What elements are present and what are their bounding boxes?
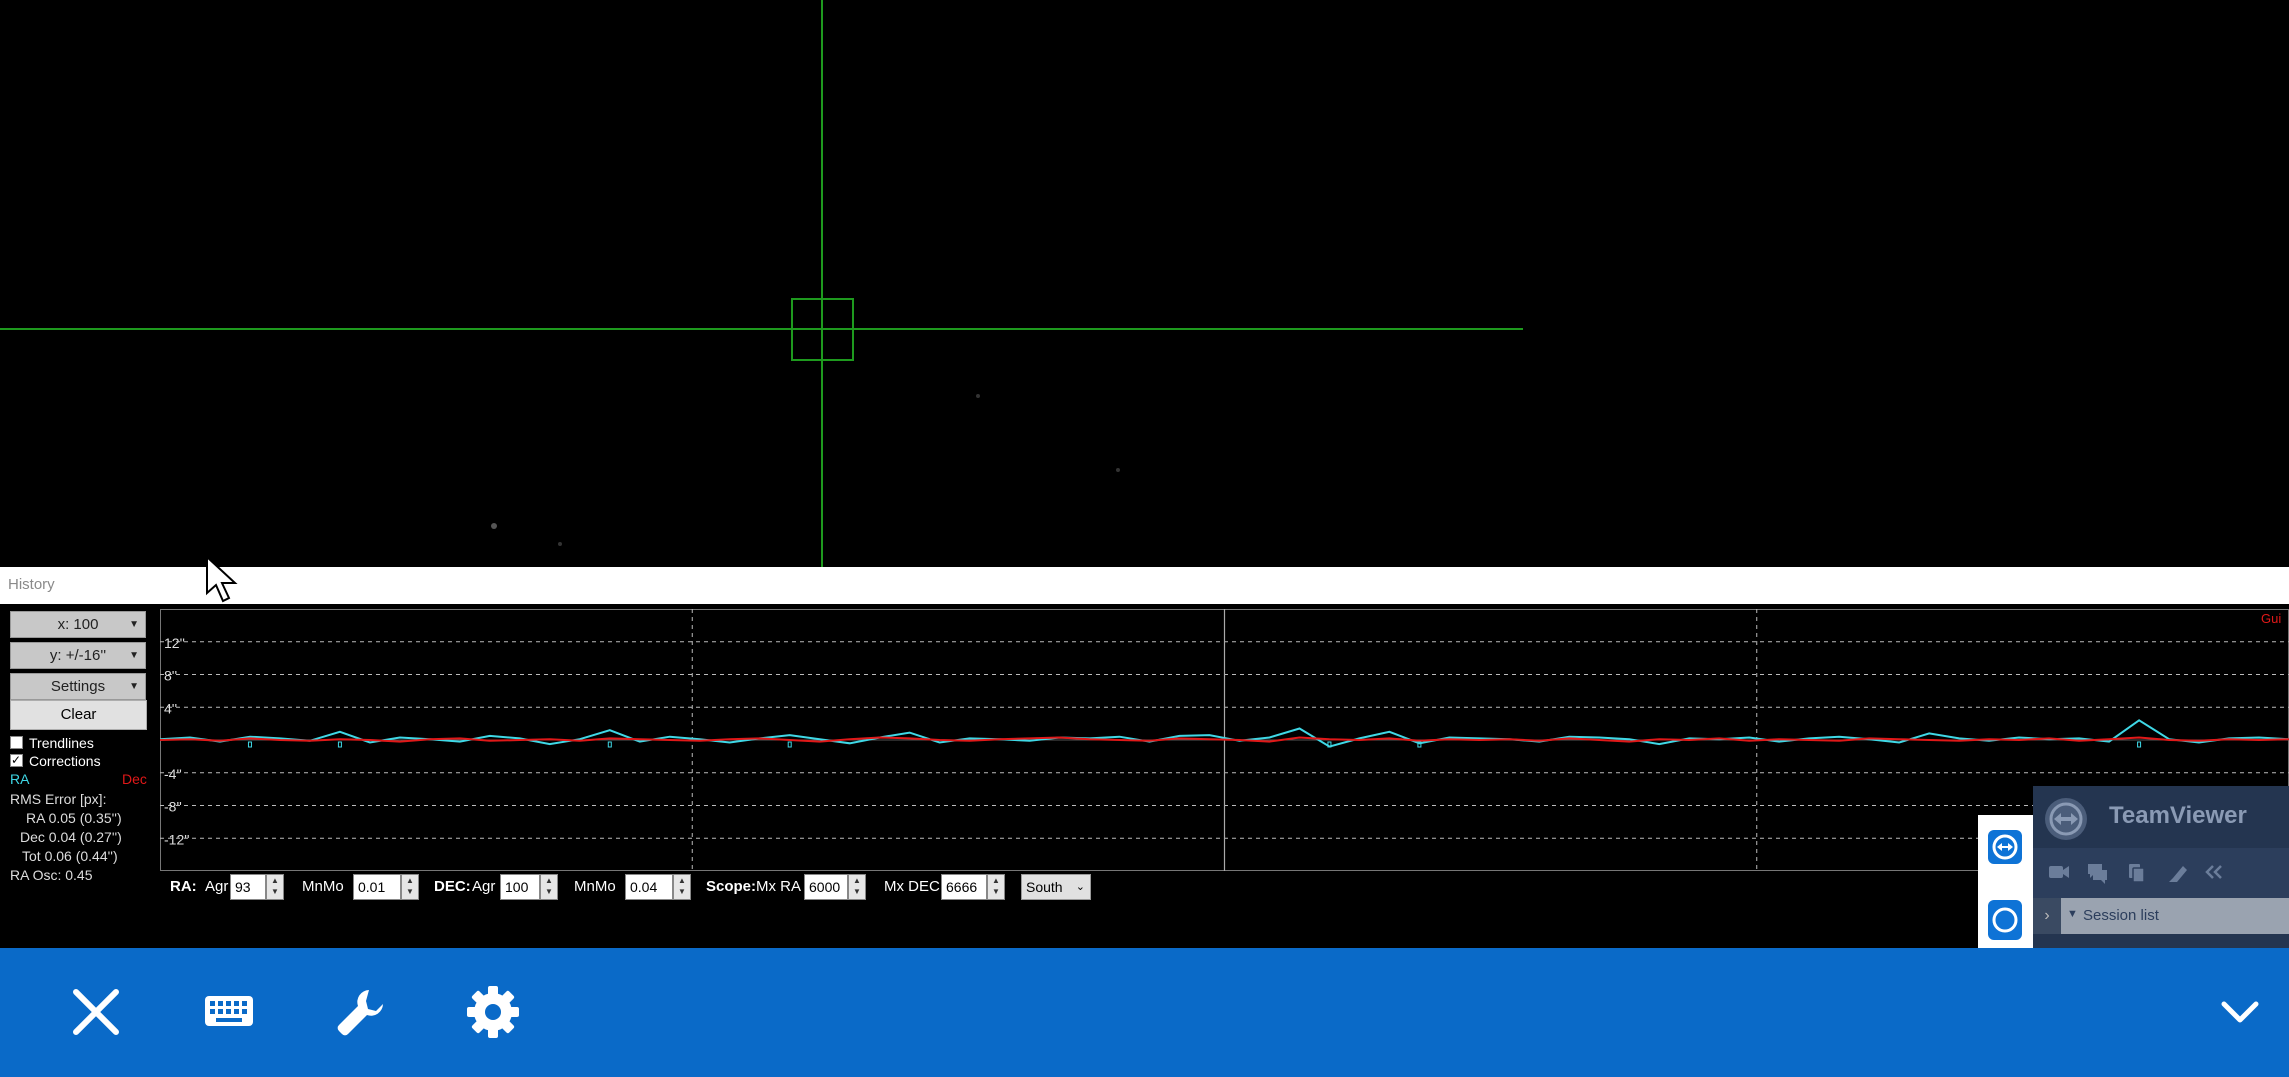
teamviewer-panel: TeamViewer › ▼ Session list <box>2033 786 2289 948</box>
guide-history-chart: 12'' 8'' 4'' -4'' -8'' -12'' Gui <box>160 609 2289 871</box>
rms-title: RMS Error [px]: <box>10 791 107 807</box>
triangle-down-icon: ▼ <box>2067 908 2078 920</box>
mx-ra-spinner[interactable]: ▲ ▼ <box>848 874 866 900</box>
y-tick-label: -12'' <box>164 831 190 847</box>
teamviewer-logo-icon <box>1992 834 2018 860</box>
chevron-right-icon[interactable]: › <box>2033 898 2061 934</box>
dec-mnmo-spinner[interactable]: ▲ ▼ <box>673 874 691 900</box>
mx-dec-input[interactable]: 6666 <box>941 874 987 900</box>
chart-corner-label: Gui <box>2261 611 2281 626</box>
y-tick-label: -8'' <box>164 799 182 815</box>
settings-dropdown[interactable]: Settings ▼ <box>10 673 146 700</box>
bottom-toolbar <box>0 948 2289 1077</box>
teamviewer-button[interactable] <box>1988 830 2022 864</box>
correction-marker <box>247 741 252 748</box>
x-scale-label: x: 100 <box>57 616 99 633</box>
x-scale-dropdown[interactable]: x: 100 ▼ <box>10 611 146 638</box>
ra-osc: RA Osc: 0.45 <box>10 867 93 883</box>
close-icon[interactable] <box>66 982 126 1042</box>
y-tick-label: 8'' <box>164 668 177 684</box>
dec-agr-input[interactable]: 100 <box>500 874 540 900</box>
keyboard-icon[interactable] <box>199 982 259 1042</box>
y-scale-dropdown[interactable]: y: +/-16'' ▼ <box>10 642 146 669</box>
teamviewer-logo-icon <box>1992 907 2018 933</box>
legend-ra: RA <box>10 771 30 787</box>
scope-label: Scope: <box>706 878 757 895</box>
corrections-checkbox[interactable]: Corrections <box>10 751 101 770</box>
clear-button[interactable]: Clear <box>10 700 147 730</box>
double-chevron-left-icon <box>2205 865 2222 879</box>
settings-label: Settings <box>50 678 106 695</box>
dec-mode-select[interactable]: South ⌄ <box>1021 874 1091 900</box>
mouse-cursor-overlay-icon <box>206 555 238 603</box>
correction-marker <box>607 741 612 748</box>
trendlines-label: Trendlines <box>29 735 94 751</box>
ra-agr-spinner[interactable]: ▲ ▼ <box>266 874 284 900</box>
history-title: History <box>8 576 55 593</box>
ra-agr-input[interactable]: 93 <box>230 874 266 900</box>
correction-marker <box>787 741 792 748</box>
y-tick-label: 12'' <box>164 635 185 651</box>
trendlines-check-icon[interactable] <box>10 736 23 749</box>
rms-ra: RA 0.05 (0.35'') <box>26 810 122 826</box>
corrections-label: Corrections <box>29 753 101 769</box>
session-list-header[interactable]: › ▼ Session list <box>2033 898 2289 934</box>
gear-icon[interactable] <box>463 982 523 1042</box>
mx-dec-label: Mx DEC <box>884 878 940 895</box>
legend-dec: Dec <box>122 771 147 787</box>
chevron-down-icon[interactable] <box>2210 982 2270 1042</box>
teamviewer-side-strip <box>1978 815 2033 948</box>
y-scale-label: y: +/-16'' <box>49 647 107 664</box>
dropdown-arrow-icon: ▼ <box>129 650 139 661</box>
ra-mnmo-input[interactable]: 0.01 <box>353 874 401 900</box>
dropdown-arrow-icon: ▼ <box>129 681 139 692</box>
rms-tot: Tot 0.06 (0.44'') <box>22 848 118 864</box>
teamviewer-toolbar <box>2033 848 2289 898</box>
mx-ra-input[interactable]: 6000 <box>804 874 848 900</box>
rms-dec: Dec 0.04 (0.27'') <box>20 829 122 845</box>
guide-params-row: RA: Agr 93 ▲ ▼ MnMo 0.01 ▲ ▼ DEC: Agr 100 … <box>170 872 1170 902</box>
dec-mnmo-input[interactable]: 0.04 <box>625 874 673 900</box>
dec-agr-label: Agr <box>472 878 496 895</box>
teamviewer-title: TeamViewer <box>2109 802 2247 829</box>
session-list-label: Session list <box>2083 907 2159 924</box>
dec-agr-spinner[interactable]: ▲ ▼ <box>540 874 558 900</box>
trendlines-checkbox[interactable]: Trendlines <box>10 734 94 752</box>
video-icon <box>2049 866 2063 878</box>
y-tick-label: -4'' <box>164 766 182 782</box>
history-titlebar: History <box>0 567 2289 605</box>
correction-marker <box>337 741 342 748</box>
ra-agr-label: Agr <box>205 878 229 895</box>
ra-mnmo-spinner[interactable]: ▲ ▼ <box>401 874 419 900</box>
chevron-down-icon: ⌄ <box>1075 881 1085 893</box>
mx-dec-spinner[interactable]: ▲ ▼ <box>987 874 1005 900</box>
teamviewer-logo-icon <box>2045 798 2087 840</box>
corrections-check-icon[interactable] <box>10 751 23 769</box>
dec-mnmo-label: MnMo <box>574 878 616 895</box>
video-icon <box>2063 866 2069 878</box>
y-tick-label: 4'' <box>164 700 177 716</box>
dec-params-label: DEC: <box>434 878 471 895</box>
teamviewer-toolbar-icons <box>2049 864 2222 884</box>
mx-ra-label: Mx RA <box>756 878 801 895</box>
dropdown-arrow-icon: ▼ <box>129 619 139 630</box>
chat-icon <box>2088 864 2107 884</box>
ra-mnmo-label: MnMo <box>302 878 344 895</box>
correction-marker <box>2137 741 2142 748</box>
dec-mode-value: South <box>1026 879 1063 895</box>
brush-icon <box>2169 866 2187 882</box>
wrench-icon[interactable] <box>331 982 391 1042</box>
teamviewer-button-2[interactable] <box>1988 900 2022 940</box>
ra-params-label: RA: <box>170 878 197 895</box>
